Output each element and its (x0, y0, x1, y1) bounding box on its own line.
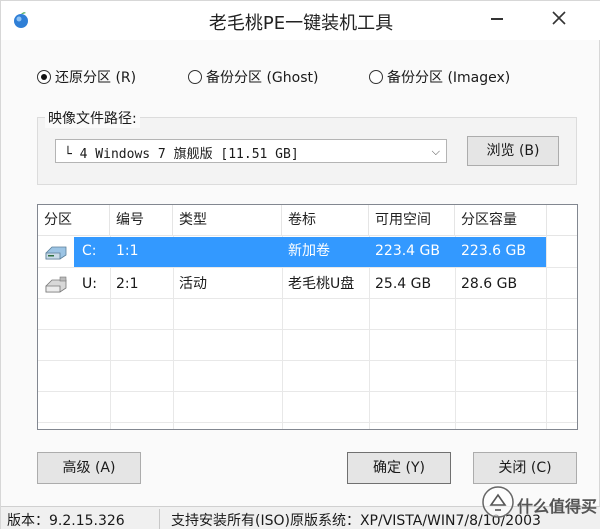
radio-backup-ghost[interactable]: 备份分区 (Ghost) (188, 67, 318, 87)
col-header-type[interactable]: 类型 (173, 205, 282, 236)
cell-capacity: 223.6 GB (461, 243, 526, 259)
radio-restore-partition[interactable]: 还原分区 (R) (37, 67, 136, 87)
radio-dot-selected (37, 70, 51, 84)
radio-restore-label: 还原分区 (R) (55, 70, 137, 86)
partition-table[interactable]: 分区 编号 类型 卷标 可用空间 分区容量 C: 1:1 新加卷 223.4 G… (37, 204, 578, 430)
grid-line (38, 360, 577, 361)
cell-volume-label: 新加卷 (288, 243, 330, 259)
radio-imagex-label: 备份分区 (Imagex) (387, 70, 511, 86)
smzdm-logo-icon (482, 486, 514, 518)
advanced-button[interactable]: 高级 (A) (37, 452, 141, 484)
cell-drive: U: (82, 276, 97, 292)
watermark: 什么值得买 (479, 479, 599, 529)
status-divider (159, 509, 160, 529)
cell-drive: C: (82, 243, 97, 259)
cell-type (173, 236, 282, 267)
close-window-button[interactable] (519, 1, 599, 35)
table-row-u[interactable]: U: 2:1 活动 老毛桃U盘 25.4 GB 28.6 GB (38, 269, 577, 300)
grid-line (38, 391, 577, 392)
grid-line (38, 422, 577, 423)
watermark-text: 什么值得买 (517, 497, 598, 516)
cell-volume-label: 老毛桃U盘 (288, 276, 355, 292)
image-path-select[interactable]: └ 4 Windows 7 旗舰版 [11.51 GB] ⌵ (55, 139, 447, 163)
chevron-down-icon: ⌵ (431, 145, 440, 158)
minimize-icon (491, 18, 503, 20)
cell-capacity: 28.6 GB (461, 276, 518, 292)
grid-line (38, 267, 577, 268)
cell-free-space: 25.4 GB (375, 276, 432, 292)
main-window: 老毛桃PE一键装机工具 还原分区 (R) 备份分区 (Ghost) 备份分区 (… (0, 0, 600, 529)
table-header: 分区 编号 类型 卷标 可用空间 分区容量 (38, 205, 577, 236)
usb-drive-icon (45, 276, 67, 293)
radio-backup-imagex[interactable]: 备份分区 (Imagex) (369, 67, 510, 87)
version-text: 版本：9.2.15.326 (7, 513, 125, 529)
cell-free-space: 223.4 GB (375, 243, 440, 259)
grid-line (38, 329, 577, 330)
title-bar[interactable]: 老毛桃PE一键装机工具 (1, 1, 600, 40)
cell-number: 2:1 (116, 276, 139, 292)
browse-button[interactable]: 浏览 (B) (467, 136, 559, 166)
image-path-label: 映像文件路径: (45, 108, 140, 128)
col-header-free-space[interactable]: 可用空间 (369, 205, 455, 236)
col-header-capacity[interactable]: 分区容量 (455, 205, 547, 236)
radio-ghost-label: 备份分区 (Ghost) (206, 70, 319, 86)
col-header-volume-label[interactable]: 卷标 (282, 205, 369, 236)
ok-button[interactable]: 确定 (Y) (347, 452, 451, 484)
col-header-number[interactable]: 编号 (110, 205, 173, 236)
image-path-value: └ 4 Windows 7 旗舰版 [11.51 GB] (64, 147, 299, 162)
table-row-c[interactable]: C: 1:1 新加卷 223.4 GB 223.6 GB (38, 236, 577, 267)
radio-dot (369, 70, 383, 84)
cell-type: 活动 (179, 276, 207, 292)
close-icon (552, 11, 566, 25)
radio-dot (188, 70, 202, 84)
hard-drive-icon (45, 246, 67, 260)
minimize-button[interactable] (477, 1, 517, 35)
cell-number: 1:1 (116, 243, 139, 259)
col-header-partition[interactable]: 分区 (38, 205, 110, 236)
